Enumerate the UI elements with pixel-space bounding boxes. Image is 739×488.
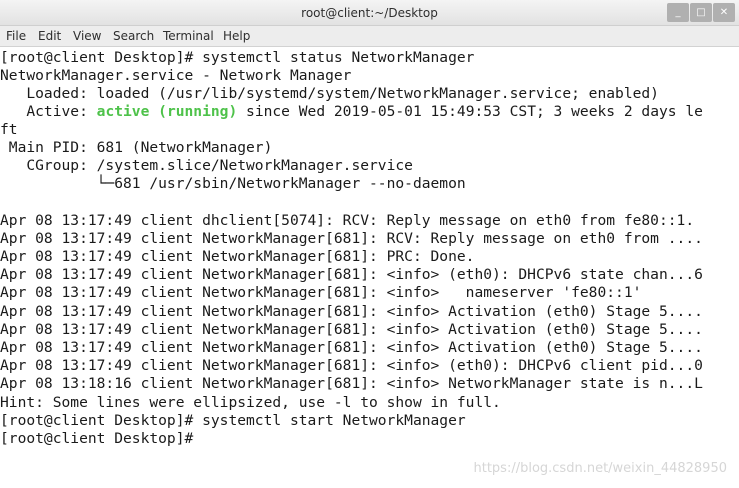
menu-file[interactable]: File xyxy=(6,29,26,43)
terminal-output[interactable]: [root@client Desktop]# systemctl status … xyxy=(0,48,739,488)
log-line: Apr 08 13:18:16 client NetworkManager[68… xyxy=(0,375,703,392)
terminal-line: Hint: Some lines were ellipsized, use -l… xyxy=(0,394,501,411)
log-line: Apr 08 13:17:49 client NetworkManager[68… xyxy=(0,230,703,247)
maximize-button[interactable]: □ xyxy=(690,3,712,22)
terminal-line: └─681 /usr/sbin/NetworkManager --no-daem… xyxy=(0,175,466,192)
terminal-line: CGroup: /system.slice/NetworkManager.ser… xyxy=(0,157,413,174)
log-line: Apr 08 13:17:49 client dhclient[5074]: R… xyxy=(0,212,695,229)
menu-search[interactable]: Search xyxy=(113,29,154,43)
log-line: Apr 08 13:17:49 client NetworkManager[68… xyxy=(0,357,703,374)
minimize-button[interactable]: _ xyxy=(667,3,689,22)
menu-help[interactable]: Help xyxy=(223,29,250,43)
log-line: Apr 08 13:17:49 client NetworkManager[68… xyxy=(0,303,703,320)
window-title: root@client:~/Desktop xyxy=(301,6,438,20)
terminal-line: [root@client Desktop]# systemctl status … xyxy=(0,49,475,66)
close-button[interactable]: ✕ xyxy=(713,3,735,22)
menubar: File Edit View Search Terminal Help xyxy=(0,26,739,47)
window-controls: _ □ ✕ xyxy=(667,3,735,22)
window-titlebar[interactable]: root@client:~/Desktop _ □ ✕ xyxy=(0,0,739,26)
menu-terminal[interactable]: Terminal xyxy=(163,29,214,43)
terminal-prompt[interactable]: [root@client Desktop]# xyxy=(0,430,202,448)
terminal-line: NetworkManager.service - Network Manager xyxy=(0,67,352,84)
log-line: Apr 08 13:17:49 client NetworkManager[68… xyxy=(0,339,703,356)
log-line: Apr 08 13:17:49 client NetworkManager[68… xyxy=(0,321,703,338)
terminal-line: ft xyxy=(0,121,18,138)
active-label: Active: xyxy=(0,103,97,120)
log-line: Apr 08 13:17:49 client NetworkManager[68… xyxy=(0,284,642,301)
watermark: https://blog.csdn.net/weixin_44828950 xyxy=(473,461,727,476)
log-line: Apr 08 13:17:49 client NetworkManager[68… xyxy=(0,248,475,265)
active-since: since Wed 2019-05-01 15:49:53 CST; 3 wee… xyxy=(237,103,703,120)
terminal-line-active-status: Active: active (running) since Wed 2019-… xyxy=(0,103,703,121)
terminal-line: Main PID: 681 (NetworkManager) xyxy=(0,139,273,156)
log-line: Apr 08 13:17:49 client NetworkManager[68… xyxy=(0,266,703,283)
terminal-line: Loaded: loaded (/usr/lib/systemd/system/… xyxy=(0,85,659,102)
menu-view[interactable]: View xyxy=(73,29,101,43)
menu-edit[interactable]: Edit xyxy=(38,29,61,43)
terminal-line: [root@client Desktop]# systemctl start N… xyxy=(0,412,466,429)
active-running-status: active (running) xyxy=(96,103,238,120)
